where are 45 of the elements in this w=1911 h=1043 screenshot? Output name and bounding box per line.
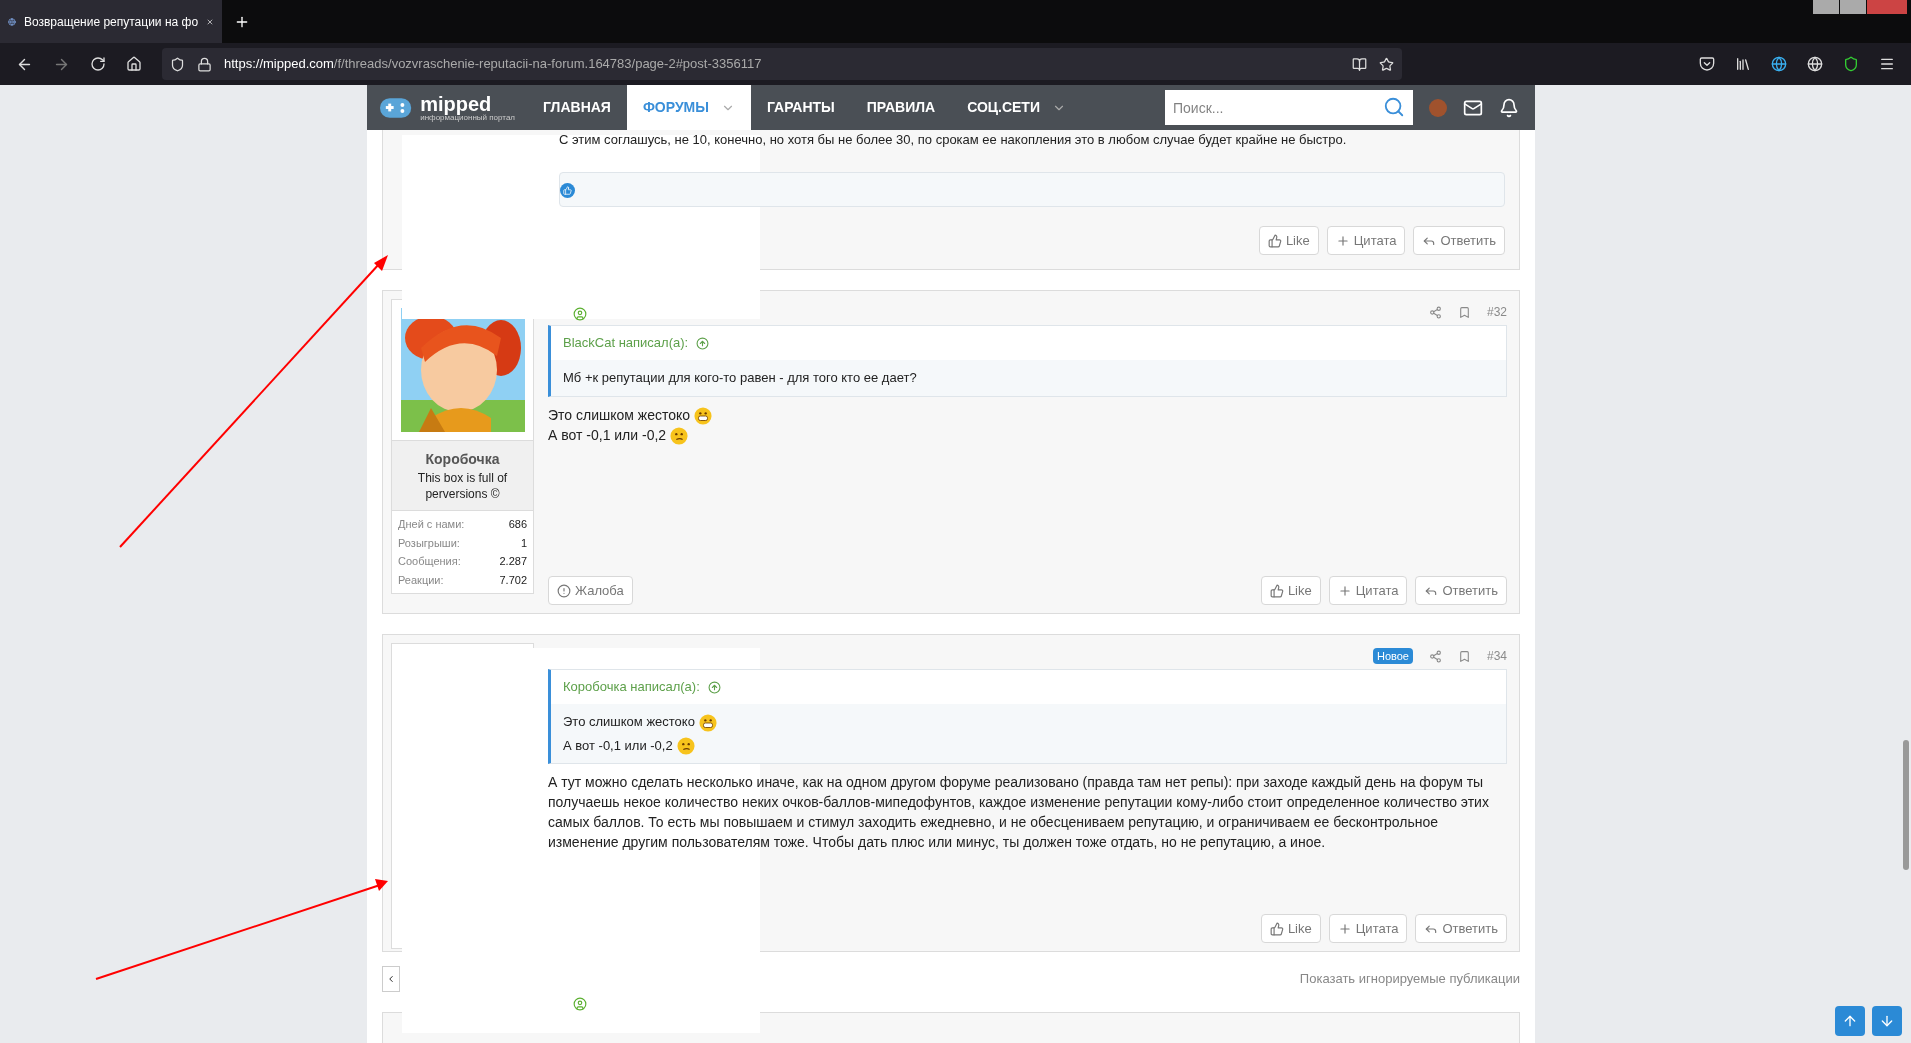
quote-button[interactable]: Цитата xyxy=(1326,226,1406,255)
post-text: С этим соглашусь, не 10, конечно, но хотя бы не более 30, по срокам ее накопления это в любом случае будет крайне не быстро. xyxy=(559,131,1348,148)
quote-text: Мб +к репутации для кого-то равен - для того кто ее дает? xyxy=(563,369,918,387)
stat-label: Сообщения: xyxy=(398,554,461,569)
user-title: This box is full of perversions © xyxy=(416,470,509,502)
post-number[interactable]: #34 xyxy=(1486,647,1507,665)
stat-value: 686 xyxy=(508,517,527,532)
post-text: А тут можно сделать несколько иначе, как на одном другом форуме реализовано (правда там нет репы): при заходе каждый день на форум ты получаешь некое количество неких очков-баллов-мипедофунтов, каждое изменение репутации кому-либо стоит определенное количество этих самых баллов. То есть мы повышаем и стимул заходить ежедневно, и не обесцениваем репутацию, и ограничиваем ее бесконтрольное изменение другим пользователям тоже. Чтобы дать плюс или минус, ты должен тоже отдать, но не репутацию, а иное. xyxy=(548,773,1490,853)
url-text: https://mipped.com/f/threads/vozvraschenie-reputacii-na-forum.164783/page-2#post-3356117 xyxy=(224,55,762,74)
ignored-posts-link[interactable]: Показать игнорируемые публикации xyxy=(1299,969,1520,989)
like-button[interactable]: Like xyxy=(1258,226,1319,255)
logo-text[interactable]: mipped xyxy=(420,93,515,114)
logo-subtitle: информационный портал xyxy=(420,113,515,122)
post-number[interactable]: #32 xyxy=(1486,303,1507,321)
tab-title: Возвращение репутации на фо xyxy=(23,13,199,31)
new-badge: Новое xyxy=(1372,648,1413,664)
like-button[interactable]: Like xyxy=(1260,576,1321,605)
reply-button[interactable]: Ответить xyxy=(1415,576,1507,605)
nav-tab[interactable]: ПРАВИЛА xyxy=(850,85,952,130)
post-text: А вот -0,1 или -0,2 xyxy=(548,424,1507,446)
stat-value: 1 xyxy=(520,535,527,551)
report-button[interactable]: Жалоба xyxy=(548,576,633,605)
nav-tab[interactable]: ФОРУМЫ xyxy=(626,85,751,130)
nav-tab[interactable]: ГЛАВНАЯ xyxy=(527,85,627,130)
stat-value: 2.287 xyxy=(499,554,527,569)
nav-tab[interactable]: ГАРАНТЫ xyxy=(751,85,851,130)
stat-label: Дней с нами: xyxy=(398,517,465,532)
author-name[interactable]: Коробочка xyxy=(425,449,500,470)
quote-author[interactable]: Коробочка написал(а): xyxy=(563,677,700,697)
address-bar[interactable]: https://mipped.com/f/threads/vozvraschenie-reputacii-na-forum.164783/page-2#post-3356117 xyxy=(162,48,1402,80)
like-button[interactable]: Like xyxy=(1260,914,1321,943)
reply-button[interactable]: Ответить xyxy=(1415,914,1507,943)
stat-label: Розыгрыши: xyxy=(398,535,460,551)
search-field[interactable]: Поиск... xyxy=(1165,90,1413,125)
nav-tab[interactable]: СОЦ.СЕТИ xyxy=(951,85,1082,130)
browser-tab[interactable]: Возвращение репутации на фо xyxy=(0,0,222,43)
quote-author[interactable]: BlackCat написал(а): xyxy=(563,333,689,353)
quote-text: А вот -0,1 или -0,2 xyxy=(563,735,1494,756)
quote-button[interactable]: Цитата xyxy=(1328,914,1408,943)
quote-button[interactable]: Цитата xyxy=(1328,576,1408,605)
stat-label: Реакции: xyxy=(398,572,444,588)
quote-text: Это слишком жестоко xyxy=(563,712,1494,732)
stat-value: 7.702 xyxy=(499,572,527,588)
post-text: Это слишком жестоко xyxy=(548,404,1507,425)
reply-button[interactable]: Ответить xyxy=(1413,226,1505,255)
